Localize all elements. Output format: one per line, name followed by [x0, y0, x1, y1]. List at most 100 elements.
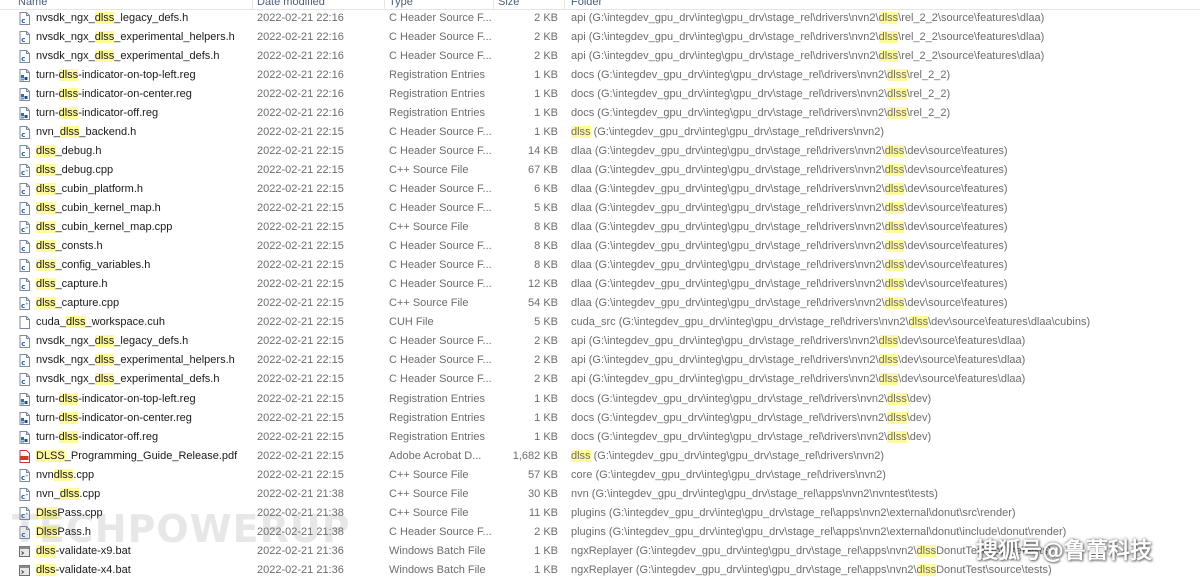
cpp-source-file-icon: c + [19, 161, 33, 180]
table-row[interactable]: cuda_dlss_workspace.cuh 2022-02-21 22:15 C… [0, 313, 1200, 332]
file-size: 2 KB [534, 49, 558, 62]
search-match-highlight: dlss [36, 563, 56, 576]
table-row[interactable]: c + dlss_capture.cpp 2022-02-21 22:15 C++ So… [0, 294, 1200, 313]
file-size: 5 KB [534, 202, 558, 214]
search-match-highlight: dlss [36, 202, 56, 214]
svg-text:c: c [21, 245, 25, 253]
file-list: c nvsdk_ngx_dlss_legacy_defs.h 2022-02-21 … [0, 0, 1200, 576]
table-row[interactable]: c nvsdk_ngx_dlss_experimental_helpers.h 20… [0, 28, 1200, 47]
column-divider[interactable] [384, 0, 385, 9]
table-row[interactable]: c nvsdk_ngx_dlss_legacy_defs.h 2022-02-21 … [0, 9, 1200, 28]
blank-file-icon [19, 313, 33, 332]
file-size: 30 KB [528, 487, 558, 500]
file-type: Windows Batch File [389, 563, 486, 576]
search-match-highlight: dlss [878, 354, 899, 367]
file-folder: dlaa (G:\integdev_gpu_drv\integ\gpu_drv\… [571, 221, 1008, 234]
file-date-modified: 2022-02-21 22:16 [257, 49, 344, 62]
registry-file-icon [19, 66, 33, 85]
search-match-highlight: dlss [94, 354, 115, 367]
column-divider[interactable] [252, 0, 253, 9]
registry-file-icon [19, 85, 33, 104]
table-row[interactable]: turn-dlss-indicator-off.reg 2022-02-21 22… [0, 104, 1200, 123]
table-row[interactable]: dlss-validate-x4.bat 2022-02-21 21:36 Wind… [0, 561, 1200, 580]
file-type: C++ Source File [389, 487, 469, 500]
file-size: 11 KB [528, 506, 558, 519]
file-type: Registration Entries [389, 68, 485, 81]
c-header-file-icon: c [19, 28, 33, 47]
file-size: 6 KB [534, 182, 558, 195]
search-match-highlight: dlss [94, 335, 115, 348]
file-folder: docs (G:\integdev_gpu_drv\integ\gpu_drv\… [571, 106, 951, 119]
file-date-modified: 2022-02-21 21:36 [257, 544, 344, 557]
cpp-source-file-icon: c + [19, 485, 33, 504]
table-row[interactable]: c dlss_cubin_platform.h 2022-02-21 22:15 C … [0, 180, 1200, 199]
table-row[interactable]: c dlss_consts.h 2022-02-21 22:15 C Header S… [0, 237, 1200, 256]
file-type: Registration Entries [389, 411, 485, 424]
table-row[interactable]: c + nvndlss.cpp 2022-02-21 22:15 C++ Source … [0, 466, 1200, 485]
search-match-highlight: dlss [571, 125, 591, 138]
column-header-size[interactable]: Size [498, 0, 519, 9]
search-match-highlight: dlss [59, 125, 80, 138]
file-type: C++ Source File [389, 297, 469, 310]
search-match-highlight: dlss [916, 563, 937, 576]
table-row[interactable]: c nvn_dlss_backend.h 2022-02-21 22:15 C Hea… [0, 123, 1200, 142]
table-row[interactable]: c nvsdk_ngx_dlss_experimental_helpers.h 20… [0, 351, 1200, 370]
file-name: dlss_config_variables.h [36, 259, 151, 272]
file-type: C Header Source F... [389, 30, 492, 43]
file-name: nvsdk_ngx_dlss_experimental_helpers.h [36, 354, 235, 367]
search-match-highlight: dlss [884, 278, 905, 291]
file-date-modified: 2022-02-21 22:16 [257, 87, 344, 100]
table-row[interactable]: c + DlssPass.cpp 2022-02-21 21:38 C++ Source… [0, 504, 1200, 523]
file-type: C Header Source F... [389, 144, 492, 157]
svg-text:+: + [25, 168, 28, 173]
table-row[interactable]: DLSS_Programming_Guide_Release.pdf 2022-0… [0, 447, 1200, 466]
table-row[interactable]: turn-dlss-indicator-on-top-left.reg 2022-… [0, 66, 1200, 85]
file-type: C Header Source F... [389, 335, 492, 348]
batch-file-icon [19, 542, 33, 561]
table-row[interactable]: c nvsdk_ngx_dlss_experimental_defs.h 2022-… [0, 370, 1200, 389]
file-name: nvn_dlss.cpp [36, 487, 101, 500]
svg-text:+: + [25, 492, 28, 497]
file-date-modified: 2022-02-21 22:15 [257, 278, 344, 291]
table-row[interactable]: turn-dlss-indicator-on-center.reg 2022-02… [0, 409, 1200, 428]
column-header-type[interactable]: Type [389, 0, 413, 9]
search-match-highlight: dlss [59, 487, 80, 500]
table-row[interactable]: c + dlss_debug.cpp 2022-02-21 22:15 C++ Sour… [0, 161, 1200, 180]
search-match-highlight: dlss [36, 221, 56, 234]
c-header-file-icon: c [19, 370, 33, 389]
table-row[interactable]: c nvsdk_ngx_dlss_experimental_defs.h 2022-… [0, 47, 1200, 66]
table-row[interactable]: c + nvn_dlss.cpp 2022-02-21 21:38 C++ Source… [0, 485, 1200, 504]
file-folder: nvn (G:\integdev_gpu_drv\integ\gpu_drv\s… [571, 487, 938, 500]
search-match-highlight: dlss [887, 430, 907, 443]
table-row[interactable]: c DlssPass.h 2022-02-21 21:38 C Header Sour… [0, 523, 1200, 542]
column-header-name[interactable]: Name [18, 0, 47, 9]
file-size: 1 KB [534, 430, 558, 443]
table-row[interactable]: turn-dlss-indicator-on-center.reg 2022-02… [0, 85, 1200, 104]
file-folder: api (G:\integdev_gpu_drv\integ\gpu_drv\s… [571, 49, 1045, 62]
file-date-modified: 2022-02-21 22:15 [257, 221, 344, 234]
column-divider[interactable] [493, 0, 494, 9]
table-row[interactable]: c dlss_debug.h 2022-02-21 22:15 C Header So… [0, 142, 1200, 161]
file-name: turn-dlss-indicator-on-center.reg [36, 411, 192, 424]
column-header-folder[interactable]: Folder [571, 0, 602, 9]
table-row[interactable]: dlss-validate-x9.bat 2022-02-21 21:36 Wind… [0, 542, 1200, 561]
table-row[interactable]: c dlss_config_variables.h 2022-02-21 22:15… [0, 256, 1200, 275]
file-type: C++ Source File [389, 221, 469, 234]
table-row[interactable]: c dlss_cubin_kernel_map.h 2022-02-21 22:15… [0, 199, 1200, 218]
file-date-modified: 2022-02-21 22:15 [257, 316, 344, 329]
search-match-highlight: dlss [36, 144, 56, 157]
c-header-file-icon: c [19, 9, 33, 28]
table-row[interactable]: turn-dlss-indicator-on-top-left.reg 2022-… [0, 390, 1200, 409]
column-header-date[interactable]: Date modified [257, 0, 325, 9]
search-match-highlight: dlss [916, 544, 937, 557]
file-date-modified: 2022-02-21 22:15 [257, 144, 344, 157]
search-match-highlight: dlss [878, 11, 899, 24]
column-divider[interactable] [564, 0, 565, 9]
table-row[interactable]: c + dlss_cubin_kernel_map.cpp 2022-02-21 22… [0, 218, 1200, 237]
table-row[interactable]: c nvsdk_ngx_dlss_legacy_defs.h 2022-02-21 … [0, 332, 1200, 351]
file-date-modified: 2022-02-21 22:15 [257, 411, 344, 424]
file-size: 2 KB [534, 30, 558, 43]
table-row[interactable]: c dlss_capture.h 2022-02-21 22:15 C Header … [0, 275, 1200, 294]
table-row[interactable]: turn-dlss-indicator-off.reg 2022-02-21 22… [0, 428, 1200, 447]
file-date-modified: 2022-02-21 22:16 [257, 30, 344, 43]
